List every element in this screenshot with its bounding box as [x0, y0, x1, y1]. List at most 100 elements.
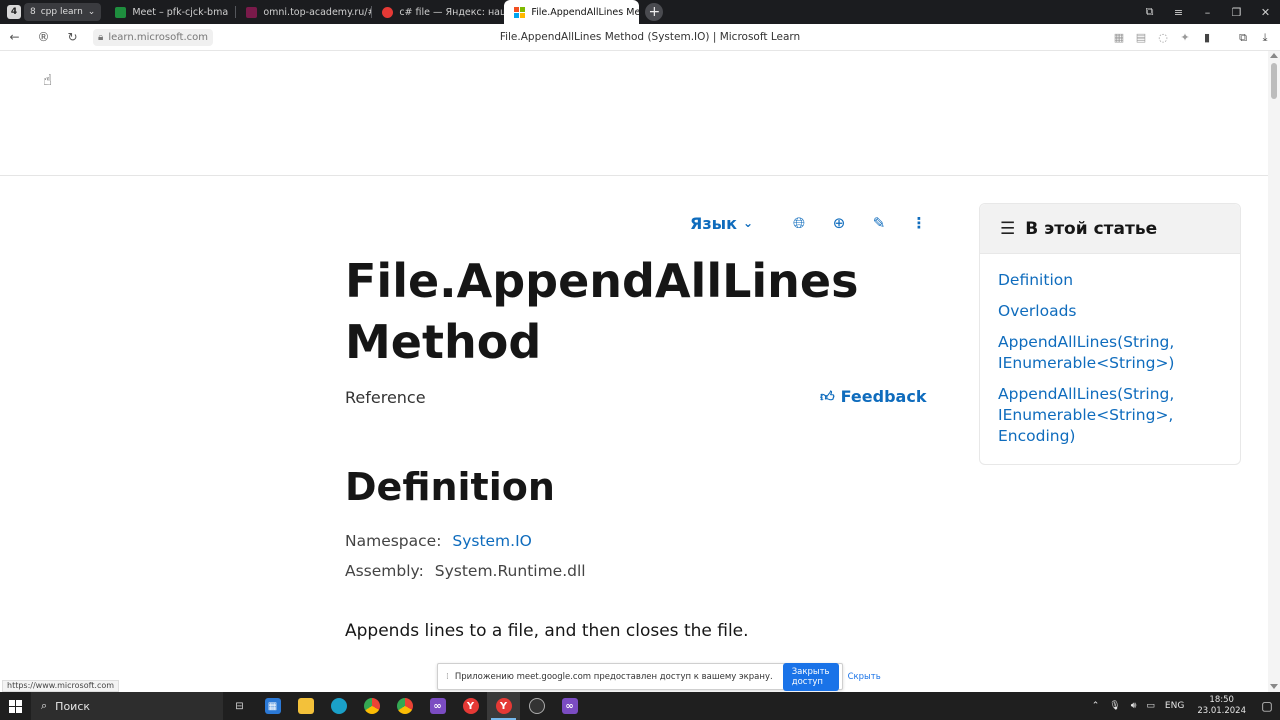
- list-icon: ☰: [1000, 218, 1016, 239]
- search-label: Поиск: [55, 699, 91, 713]
- edge-icon: [330, 698, 347, 714]
- obs-icon: [528, 698, 545, 714]
- clock[interactable]: 18:50 23.01.2024: [1189, 695, 1254, 717]
- task-view-icon: ⊟: [235, 700, 244, 712]
- scroll-down-arrow-icon[interactable]: [1270, 684, 1278, 689]
- tab-label: Meet – pfk-cjck-bma: [132, 6, 229, 18]
- lock-icon: 🔒︎: [98, 31, 104, 43]
- content-type-label: Reference: [345, 388, 426, 407]
- page-scrollbar[interactable]: [1268, 51, 1280, 692]
- more-options-icon[interactable]: ⋮: [899, 214, 939, 232]
- namespace-link[interactable]: System.IO: [452, 532, 532, 550]
- assembly-row: Assembly: System.Runtime.dll: [345, 562, 586, 580]
- task-view-button[interactable]: ⊟: [223, 692, 256, 720]
- hand-cursor-icon: ☝: [43, 71, 53, 89]
- yandex-browser-icon: Y: [462, 698, 479, 714]
- tab-label: omni.top-academy.ru/#/p: [263, 6, 371, 18]
- notifications-icon[interactable]: ▢: [1254, 699, 1280, 713]
- collections-icon[interactable]: ⧉: [1232, 31, 1254, 45]
- taskbar-chrome-2[interactable]: [388, 692, 421, 720]
- bookmark-icon[interactable]: ▮: [1196, 31, 1218, 44]
- thumbs-up-icon: 👍︎: [820, 389, 835, 405]
- folder-icon: [297, 698, 314, 714]
- taskbar-visual-studio[interactable]: ∞: [421, 692, 454, 720]
- taskbar-explorer[interactable]: [289, 692, 322, 720]
- taskbar-chrome[interactable]: [355, 692, 388, 720]
- toc-link-overloads[interactable]: Overloads: [998, 301, 1222, 322]
- definition-heading: Definition: [345, 465, 555, 509]
- feedback-button[interactable]: 👍︎ Feedback: [820, 387, 926, 406]
- screen-share-notification: ⁞ Приложению meet.google.com предоставле…: [437, 662, 881, 691]
- minimize-icon[interactable]: –: [1193, 6, 1222, 19]
- translate-icon[interactable]: ◌: [1152, 31, 1174, 44]
- url-field[interactable]: 🔒︎ learn.microsoft.com: [93, 28, 213, 46]
- toc-link-definition[interactable]: Definition: [998, 270, 1222, 291]
- microphone-icon[interactable]: 🎙︎: [1104, 701, 1125, 711]
- extensions-icon[interactable]: ▦: [1108, 31, 1130, 44]
- toc-link-overload-2[interactable]: AppendAllLines(String, IEnumerable<Strin…: [998, 384, 1222, 447]
- reload-icon[interactable]: ↻: [58, 30, 87, 44]
- yandex-browser-icon: Y: [495, 698, 512, 714]
- drag-handle-icon[interactable]: ⁞: [446, 672, 449, 682]
- start-button[interactable]: [0, 692, 31, 720]
- tab-count-badge[interactable]: 4: [7, 5, 21, 19]
- close-window-icon[interactable]: ✕: [1251, 6, 1280, 19]
- restore-icon[interactable]: ❐: [1222, 6, 1251, 19]
- language-button[interactable]: Язык ⌄: [690, 214, 753, 233]
- taskbar-yandex-active[interactable]: Y: [487, 692, 520, 720]
- tab-file-appendalllines[interactable]: File.AppendAllLines Met ✕: [504, 0, 640, 24]
- taskbar-store[interactable]: ▦: [256, 692, 289, 720]
- tab-group-label: cpp learn: [40, 7, 83, 17]
- taskbar-edge[interactable]: [322, 692, 355, 720]
- tab-group-cpp-learn[interactable]: 8 cpp learn ⌄: [24, 3, 102, 21]
- site-header-placeholder: [0, 51, 1268, 176]
- taskbar-yandex[interactable]: Y: [454, 692, 487, 720]
- visual-studio-icon: ∞: [429, 698, 446, 714]
- reader-icon[interactable]: ▤: [1130, 31, 1152, 44]
- add-to-collection-icon[interactable]: ⊕: [819, 214, 859, 232]
- taskbar-search[interactable]: ⌕ Поиск: [31, 692, 223, 720]
- scroll-thumb[interactable]: [1271, 63, 1277, 99]
- namespace-row: Namespace: System.IO: [345, 532, 532, 550]
- taskbar-visual-studio-2[interactable]: ∞: [553, 692, 586, 720]
- share-message: Приложению meet.google.com предоставлен …: [454, 671, 773, 682]
- chrome-icon: [396, 698, 413, 714]
- back-arrow-icon[interactable]: ←: [0, 30, 29, 44]
- edit-pencil-icon[interactable]: ✎: [859, 214, 899, 232]
- chrome-icon: [363, 698, 380, 714]
- tab-yandex[interactable]: c# file — Яндекс: нашлось: [372, 0, 504, 24]
- network-icon[interactable]: ▭: [1141, 701, 1160, 711]
- toc-heading: В этой статье: [1025, 218, 1158, 239]
- downloads-icon[interactable]: ⤓: [1254, 31, 1276, 45]
- assembly-value: System.Runtime.dll: [434, 562, 586, 580]
- tab-label: File.AppendAllLines Met: [531, 6, 640, 18]
- feedback-label: Feedback: [840, 387, 927, 406]
- addressbar-actions: ▦ ▤ ◌ ✦ ▮ ⧉ ⤓: [1108, 24, 1276, 51]
- bookmarks-panel-icon[interactable]: ⧉: [1135, 5, 1164, 19]
- browser-tab-strip: 4 8 cpp learn ⌄ Meet – pfk-cjck-bma omni…: [0, 0, 1280, 24]
- stop-sharing-button[interactable]: Закрыть доступ: [782, 662, 839, 691]
- url-text: learn.microsoft.com: [108, 31, 208, 43]
- yandex-favicon-icon: [382, 6, 394, 18]
- scroll-up-arrow-icon[interactable]: [1270, 53, 1278, 58]
- omni-favicon-icon: [246, 6, 258, 18]
- globe-icon[interactable]: 🌐︎: [779, 214, 819, 232]
- menu-icon[interactable]: ≡: [1164, 6, 1193, 19]
- hide-notification-button[interactable]: Скрыть: [848, 672, 881, 682]
- tab-omni[interactable]: omni.top-academy.ru/#/p: [236, 0, 371, 24]
- share-icon[interactable]: ✦: [1174, 31, 1196, 44]
- window-controls: ⧉ ≡ – ❐ ✕: [1135, 0, 1280, 24]
- assembly-label: Assembly:: [345, 562, 424, 580]
- new-tab-button[interactable]: +: [645, 3, 664, 21]
- clock-time: 18:50: [1209, 695, 1234, 705]
- taskbar-obs[interactable]: [520, 692, 553, 720]
- tab-meet[interactable]: Meet – pfk-cjck-bma: [105, 0, 235, 24]
- language-label: Язык: [690, 213, 737, 233]
- microsoft-favicon-icon: [514, 6, 526, 18]
- toc-link-overload-1[interactable]: AppendAllLines(String, IEnumerable<Strin…: [998, 332, 1222, 374]
- visual-studio-icon: ∞: [561, 698, 578, 714]
- protect-shield-icon[interactable]: ®: [29, 30, 58, 44]
- tray-chevron-up-icon[interactable]: ⌃: [1087, 701, 1105, 711]
- volume-icon[interactable]: 🔊︎: [1126, 701, 1142, 711]
- language-indicator[interactable]: ENG: [1160, 701, 1189, 711]
